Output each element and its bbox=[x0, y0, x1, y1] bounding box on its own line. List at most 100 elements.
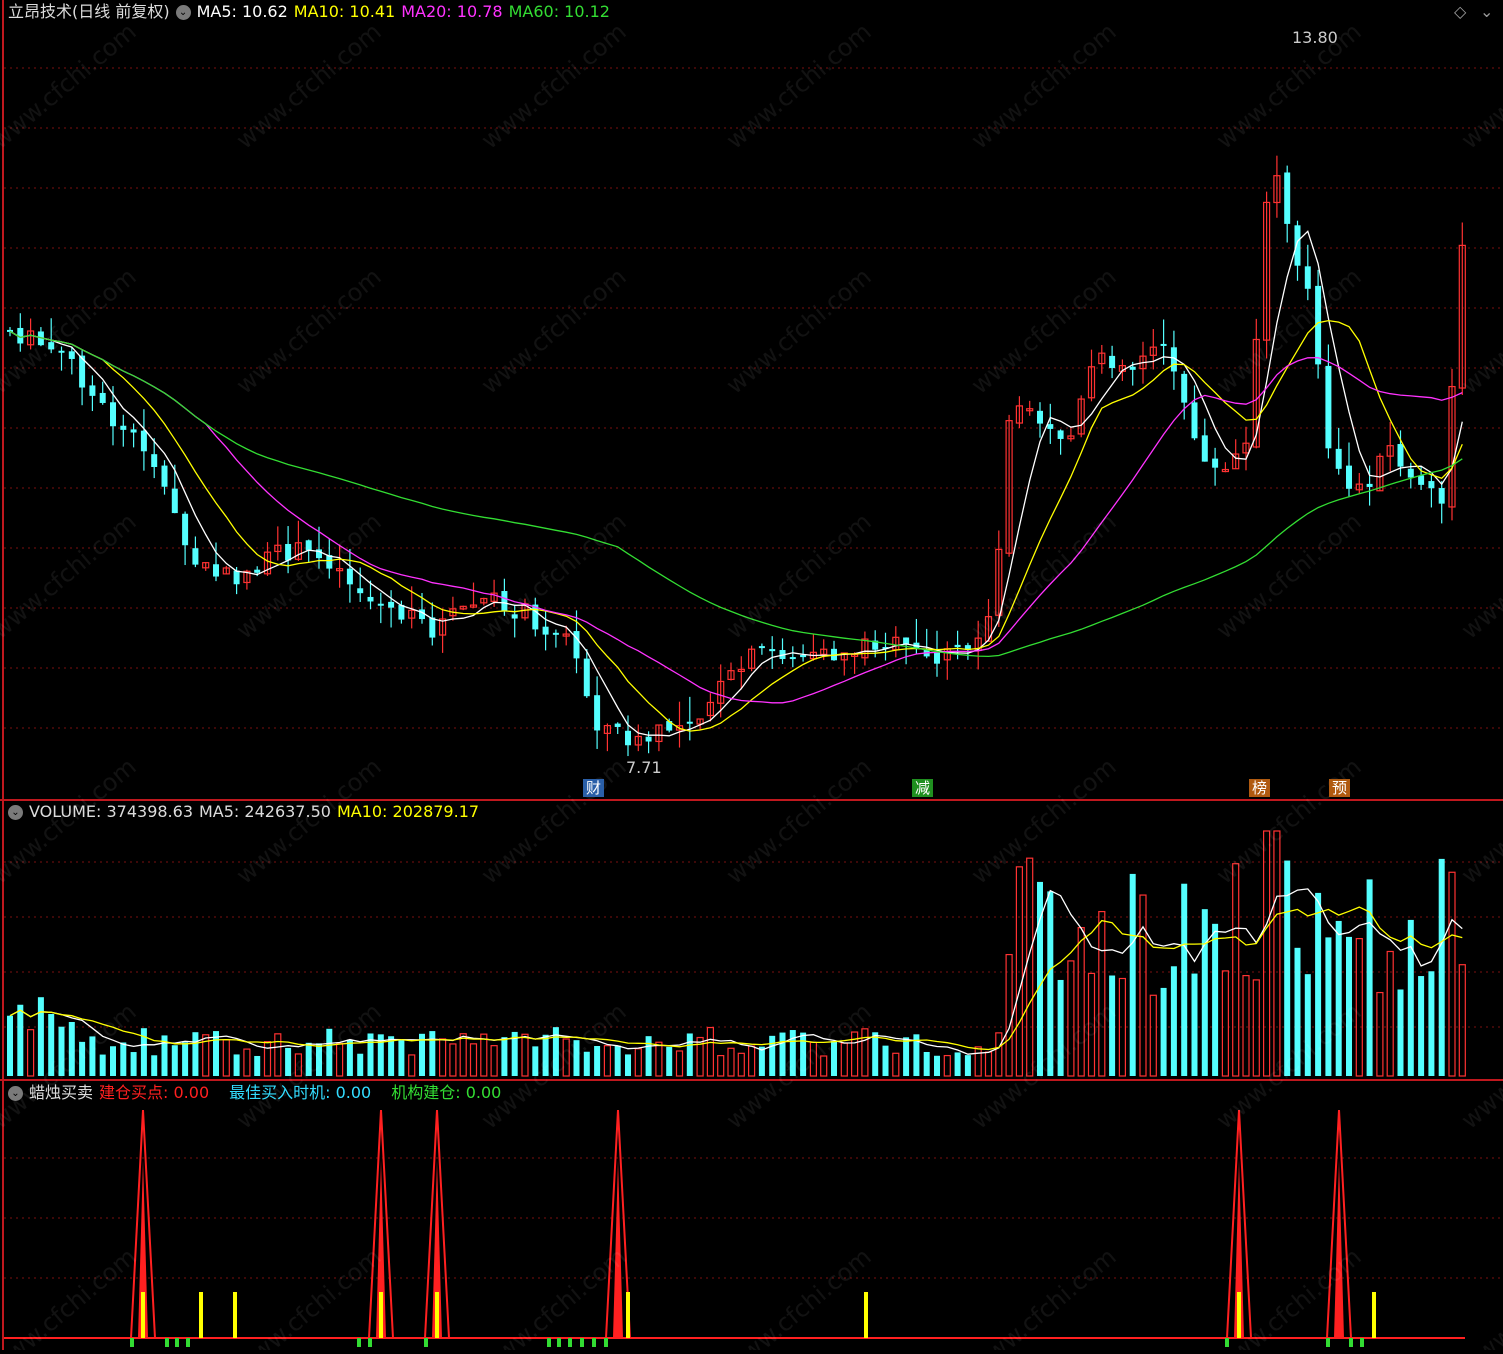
candle-body-down bbox=[429, 617, 436, 638]
volume-toggle-icon[interactable]: ⌄ bbox=[8, 804, 23, 820]
chart-area[interactable]: www.cfchi.com www.cfchi.com www.cfchi.com w… bbox=[0, 0, 1503, 1354]
watermark-text: www.cfchi.com bbox=[476, 752, 632, 889]
event-tag-finance[interactable]: 财 bbox=[583, 779, 605, 797]
watermark-text: www.cfchi.com bbox=[1211, 262, 1367, 399]
candle-body-down bbox=[388, 601, 395, 608]
volume-bar-down bbox=[1325, 937, 1332, 1076]
candle-body-down bbox=[934, 652, 940, 664]
volume-bar-up bbox=[1386, 950, 1394, 1077]
best-buy-bar bbox=[1237, 1292, 1241, 1338]
volume-bar-up bbox=[1262, 830, 1271, 1077]
volume-bar-up bbox=[727, 1047, 735, 1077]
volume-bar-up bbox=[1448, 871, 1456, 1077]
volume-bar-down bbox=[1284, 860, 1291, 1076]
settings-toggle-icon[interactable]: ⌄ bbox=[175, 4, 191, 20]
watermark-text: www.cfchi.com bbox=[721, 1242, 877, 1350]
volume-bar-up bbox=[1242, 975, 1250, 1077]
institution-mark bbox=[175, 1338, 179, 1347]
stock-title[interactable]: 立昂技术(日线 前复权) bbox=[8, 2, 170, 22]
candle-body-down bbox=[1325, 365, 1332, 449]
volume-bar-down bbox=[1366, 879, 1373, 1076]
volume-bar-down bbox=[1170, 966, 1177, 1076]
watermark-text: www.cfchi.com bbox=[1456, 1242, 1503, 1350]
volume-bar-up bbox=[717, 1054, 725, 1077]
candle-body-down bbox=[305, 540, 312, 551]
candle-body-down bbox=[233, 570, 240, 585]
volume-bar-up bbox=[1252, 979, 1260, 1077]
candle-body-down bbox=[954, 644, 961, 648]
volume-bar-up bbox=[1355, 938, 1363, 1077]
volume-bar-up bbox=[675, 1050, 684, 1077]
volume-bar-up bbox=[1273, 830, 1281, 1077]
event-tag-reduce[interactable]: 减 bbox=[912, 779, 934, 797]
volume-bar-up bbox=[943, 1054, 951, 1077]
watermark-text: www.cfchi.com bbox=[476, 997, 632, 1134]
indicator-institution: 机构建仓: 0.00 bbox=[391, 1083, 502, 1102]
best-buy-bar bbox=[141, 1292, 145, 1338]
volume-ma5: MA5: 242637.50 bbox=[199, 802, 331, 821]
watermark-text: www.cfchi.com bbox=[1456, 262, 1503, 399]
candle-body-down bbox=[130, 429, 137, 433]
institution-mark bbox=[1326, 1338, 1330, 1347]
volume-bar-down bbox=[614, 1045, 621, 1076]
volume-bar-down bbox=[625, 1054, 631, 1076]
indicator-toggle-icon[interactable]: ⌄ bbox=[8, 1085, 23, 1101]
event-tag-forecast[interactable]: 预 bbox=[1329, 779, 1351, 797]
kline-chart-svg[interactable]: www.cfchi.com www.cfchi.com www.cfchi.com w… bbox=[0, 0, 1503, 1354]
institution-mark bbox=[592, 1338, 596, 1347]
best-buy-bar bbox=[626, 1292, 630, 1338]
watermark-text: www.cfchi.com bbox=[1456, 752, 1503, 889]
candle-body-down bbox=[769, 649, 776, 652]
watermark-text: www.cfchi.com bbox=[966, 262, 1122, 399]
diamond-icon[interactable]: ◇ bbox=[1454, 2, 1466, 21]
institution-mark bbox=[1360, 1338, 1364, 1347]
institution-mark bbox=[1349, 1338, 1353, 1347]
candle-body-down bbox=[285, 543, 292, 561]
volume-bar-down bbox=[182, 1042, 189, 1076]
candle-body-down bbox=[1438, 488, 1445, 504]
volume-bar-down bbox=[171, 1045, 178, 1076]
watermark-text: www.cfchi.com bbox=[0, 17, 142, 154]
candle-body-down bbox=[1037, 410, 1043, 424]
candle-body-down bbox=[398, 604, 405, 620]
candle-body-down bbox=[1407, 468, 1414, 478]
volume-bar-up bbox=[1139, 894, 1147, 1077]
candle-body-down bbox=[346, 568, 353, 585]
volume-bar-down bbox=[388, 1036, 395, 1076]
volume-bar-down bbox=[7, 1015, 13, 1076]
institution-mark bbox=[368, 1338, 372, 1347]
volume-bar-down bbox=[1418, 976, 1425, 1076]
volume-ma10: MA10: 202879.17 bbox=[336, 802, 480, 821]
watermark-text: www.cfchi.com bbox=[231, 262, 387, 399]
watermark-text: www.cfchi.com bbox=[231, 1242, 387, 1350]
candle-body-down bbox=[1212, 458, 1219, 468]
candle-body-down bbox=[254, 569, 261, 573]
watermark-text: www.cfchi.com bbox=[476, 17, 632, 154]
volume-bar-down bbox=[1037, 881, 1043, 1076]
volume-bar-down bbox=[254, 1055, 261, 1076]
volume-bar-up bbox=[449, 1043, 457, 1077]
indicator-title: 蜡烛买卖 bbox=[29, 1083, 94, 1102]
volume-bar-up bbox=[655, 1041, 663, 1077]
close-icon[interactable]: ⌄ bbox=[1480, 2, 1493, 21]
candle-body-down bbox=[1201, 435, 1208, 462]
best-buy-bar bbox=[435, 1292, 439, 1338]
candle-body-down bbox=[758, 646, 765, 649]
candle-body-down bbox=[1418, 475, 1425, 485]
volume-bar-up bbox=[634, 1048, 642, 1077]
best-buy-bar bbox=[1372, 1292, 1376, 1338]
volume-bar-down bbox=[594, 1046, 601, 1076]
volume-bar-down bbox=[666, 1046, 673, 1076]
volume-bar-down bbox=[357, 1053, 364, 1076]
candle-body-down bbox=[1304, 266, 1311, 289]
candle-body-down bbox=[89, 385, 96, 396]
volume-bar-up bbox=[27, 1029, 35, 1077]
low-price-label: 7.71 bbox=[626, 758, 662, 777]
volume-bar-down bbox=[110, 1046, 116, 1076]
volume-bar-up bbox=[1376, 991, 1384, 1077]
watermark-text: www.cfchi.com bbox=[476, 262, 632, 399]
watermark-text: www.cfchi.com bbox=[476, 507, 632, 644]
candle-body-down bbox=[151, 454, 158, 467]
candle-body-down bbox=[583, 658, 590, 697]
event-tag-rank[interactable]: 榜 bbox=[1249, 779, 1271, 797]
